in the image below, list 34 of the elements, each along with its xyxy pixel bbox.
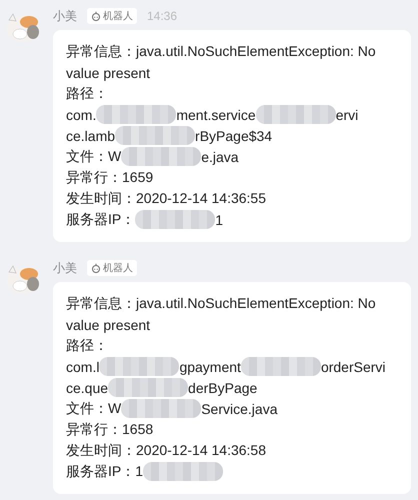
robot-badge: 机器人 <box>87 260 137 276</box>
message-text: ce.lamb <box>66 128 116 144</box>
robot-badge: 机器人 <box>87 8 137 24</box>
message-text: 发生时间：2020-12-14 14:36:58 <box>66 442 266 460</box>
message-text: 异常行：1659 <box>66 168 154 186</box>
message-text: com. <box>66 106 96 122</box>
message-text: 发生时间：2020-12-14 14:36:55 <box>66 190 266 208</box>
message-text: value present <box>66 64 150 80</box>
message-text: 异常信息：java.util.NoSuchElementException: No <box>66 294 376 312</box>
message-text: e.java <box>201 148 239 164</box>
message-time: 14:36 <box>147 9 178 23</box>
message-text: 1 <box>215 212 224 228</box>
message-text: 服务器IP： <box>66 210 136 228</box>
message-text: ervi <box>336 106 358 122</box>
robot-icon <box>91 263 101 273</box>
message-text: rByPage$34 <box>195 128 272 144</box>
message-text: Service.java <box>201 400 278 416</box>
message-text: ce.que <box>66 380 108 396</box>
message-text: 路径： <box>66 336 108 354</box>
message-text: 异常信息：java.util.NoSuchElementException: No <box>66 42 376 60</box>
message-text: 路径： <box>66 84 108 102</box>
robot-icon <box>91 11 101 21</box>
message-text: 文件：W <box>66 400 122 418</box>
sender-name: 小美 <box>53 8 77 24</box>
message-text: 文件：W <box>66 148 122 166</box>
message-text: ment.service <box>176 106 256 122</box>
message-text: 服务器IP：1 <box>66 462 144 480</box>
message-text: value present <box>66 316 150 332</box>
message-text: com.l <box>66 358 100 374</box>
message-text: 异常行：1658 <box>66 420 154 438</box>
message-text: orderServi <box>320 358 386 374</box>
sender-name: 小美 <box>53 260 77 276</box>
message-text: gpayment <box>179 358 241 374</box>
message-text: derByPage <box>188 380 258 396</box>
